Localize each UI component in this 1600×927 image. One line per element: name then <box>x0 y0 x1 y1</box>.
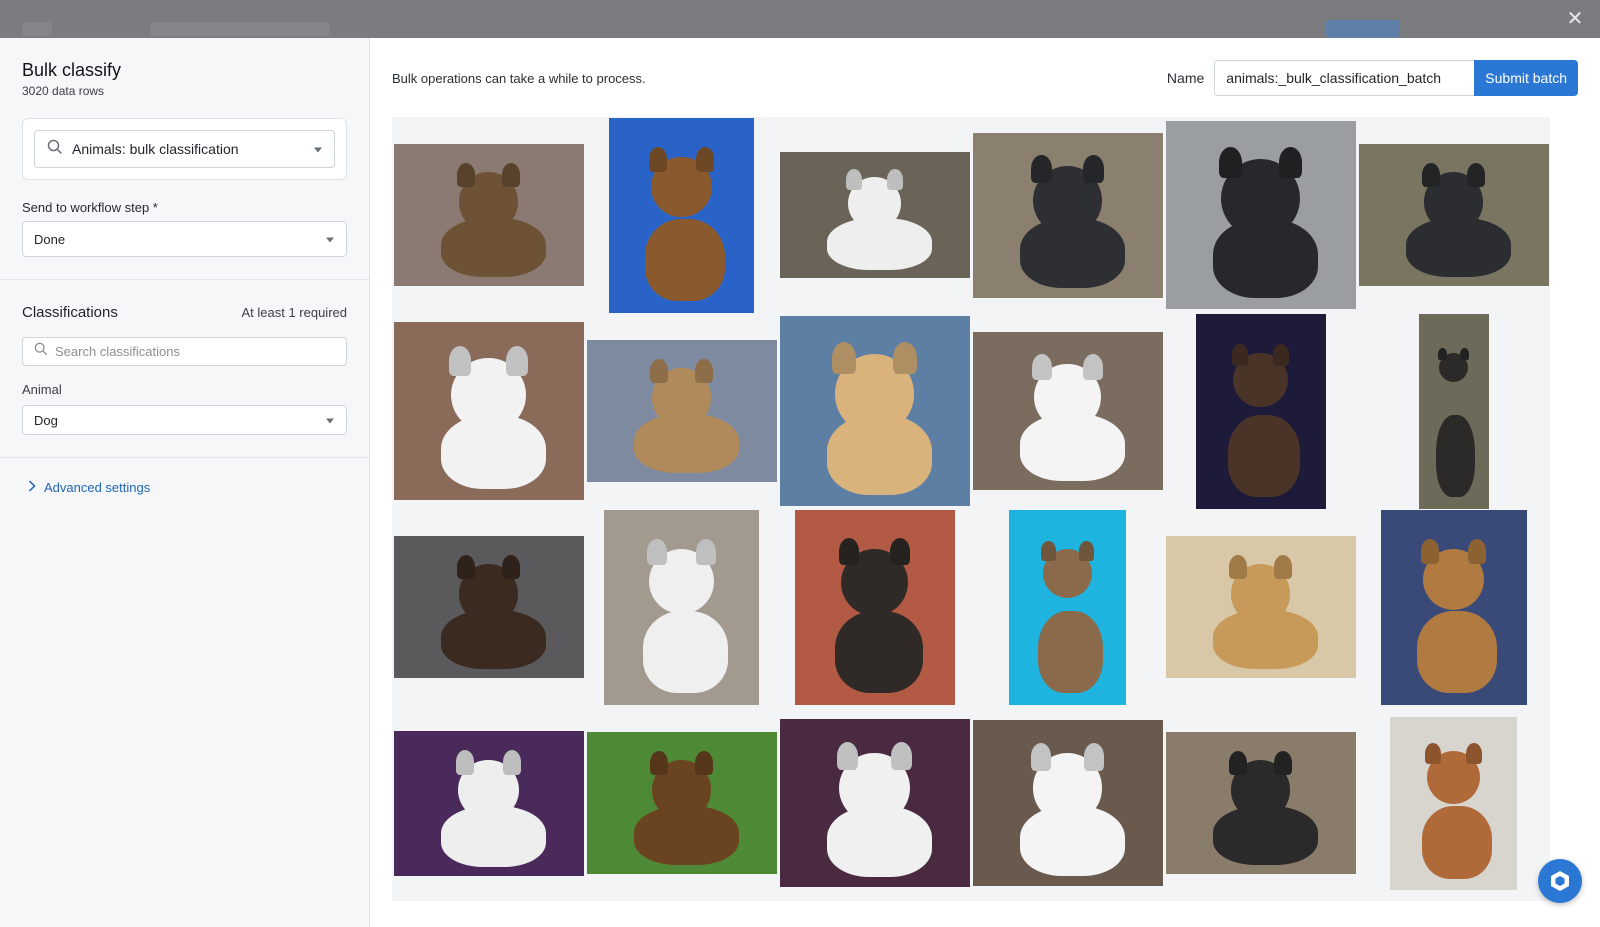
image-thumbnail[interactable] <box>392 313 585 509</box>
dog-photo <box>972 720 1163 886</box>
background-placeholder <box>22 22 52 36</box>
processing-info: Bulk operations can take a while to proc… <box>392 70 646 86</box>
image-thumbnail[interactable] <box>971 705 1164 901</box>
dog-photo <box>1358 144 1549 286</box>
dog-photo <box>393 536 584 678</box>
name-label: Name <box>1166 70 1205 86</box>
chevron-right-icon <box>28 480 36 495</box>
dog-photo <box>779 316 970 506</box>
background-placeholder <box>150 22 330 36</box>
modal-title: Bulk classify <box>22 60 122 80</box>
image-grid <box>392 117 1551 901</box>
close-icon[interactable]: ✕ <box>1564 8 1586 30</box>
dog-photo <box>1390 716 1517 890</box>
image-thumbnail[interactable] <box>778 117 971 313</box>
divider <box>0 457 369 458</box>
background-button <box>1326 20 1400 38</box>
dog-photo <box>972 132 1163 298</box>
dog-photo <box>1418 313 1489 509</box>
image-thumbnail[interactable] <box>778 705 971 901</box>
background-app-bar <box>0 0 1600 38</box>
image-thumbnail[interactable] <box>1164 509 1357 705</box>
animal-select[interactable]: Dog <box>22 405 347 435</box>
advanced-settings-label: Advanced settings <box>44 480 151 495</box>
image-thumbnail[interactable] <box>392 509 585 705</box>
image-thumbnail[interactable] <box>392 705 585 901</box>
image-thumbnail[interactable] <box>1357 117 1550 313</box>
row-count: 3020 data rows <box>22 84 105 98</box>
dog-photo <box>1165 732 1356 874</box>
image-thumbnail[interactable] <box>1357 509 1550 705</box>
dog-photo <box>972 332 1163 490</box>
search-classifications-input[interactable] <box>55 344 315 359</box>
project-name: Animals: bulk classification <box>72 141 239 157</box>
dog-photo <box>779 719 970 887</box>
dog-photo <box>1009 509 1126 705</box>
workflow-select[interactable]: Done <box>22 221 347 257</box>
image-thumbnail[interactable] <box>971 509 1164 705</box>
image-thumbnail[interactable] <box>971 117 1164 313</box>
chevron-down-icon <box>326 418 334 424</box>
divider <box>0 279 369 280</box>
image-thumbnail[interactable] <box>778 509 971 705</box>
search-icon <box>34 342 48 361</box>
image-thumbnail[interactable] <box>585 117 778 313</box>
classifications-requirement: At least 1 required <box>241 305 347 320</box>
image-thumbnail[interactable] <box>1357 705 1550 901</box>
workflow-value: Done <box>34 231 66 247</box>
bulk-classify-modal: Bulk classify 3020 data rows Animals: bu… <box>0 38 1600 927</box>
dog-photo <box>393 322 584 500</box>
image-thumbnail[interactable] <box>1164 117 1357 313</box>
image-thumbnail[interactable] <box>1357 313 1550 509</box>
image-thumbnail[interactable] <box>585 705 778 901</box>
batch-toolbar: Bulk operations can take a while to proc… <box>392 59 1578 97</box>
dog-photo <box>393 730 584 876</box>
dog-photo <box>393 144 584 286</box>
dog-photo <box>794 509 955 705</box>
animal-value: Dog <box>34 412 58 428</box>
image-thumbnail[interactable] <box>585 313 778 509</box>
advanced-settings-toggle[interactable]: Advanced settings <box>28 480 347 495</box>
sidebar: Bulk classify 3020 data rows Animals: bu… <box>0 38 370 927</box>
submit-batch-button[interactable]: Submit batch <box>1474 60 1578 96</box>
image-thumbnail[interactable] <box>1164 705 1357 901</box>
dog-photo <box>609 117 754 313</box>
image-thumbnail[interactable] <box>1164 313 1357 509</box>
project-box: Animals: bulk classification <box>22 118 347 180</box>
animal-label: Animal <box>22 382 62 397</box>
classifications-title: Classifications <box>22 304 118 321</box>
image-thumbnail[interactable] <box>971 313 1164 509</box>
dog-photo <box>604 509 759 705</box>
chevron-down-icon <box>314 147 322 153</box>
dog-photo <box>1165 536 1356 678</box>
dog-photo <box>586 732 777 874</box>
main-panel: Bulk operations can take a while to proc… <box>370 38 1600 927</box>
workflow-label: Send to workflow step * <box>22 200 158 215</box>
chevron-down-icon <box>326 237 334 243</box>
help-chat-icon[interactable] <box>1538 859 1582 903</box>
dog-photo <box>1380 509 1527 705</box>
batch-name-input[interactable] <box>1214 60 1475 96</box>
image-thumbnail[interactable] <box>778 313 971 509</box>
dog-photo <box>1195 313 1326 509</box>
dog-photo <box>779 152 970 278</box>
classification-search <box>22 337 347 366</box>
image-thumbnail[interactable] <box>392 117 585 313</box>
image-thumbnail[interactable] <box>585 509 778 705</box>
dog-photo <box>1165 121 1356 309</box>
project-select[interactable]: Animals: bulk classification <box>34 130 335 168</box>
search-icon <box>47 139 63 160</box>
dog-photo <box>586 340 777 482</box>
